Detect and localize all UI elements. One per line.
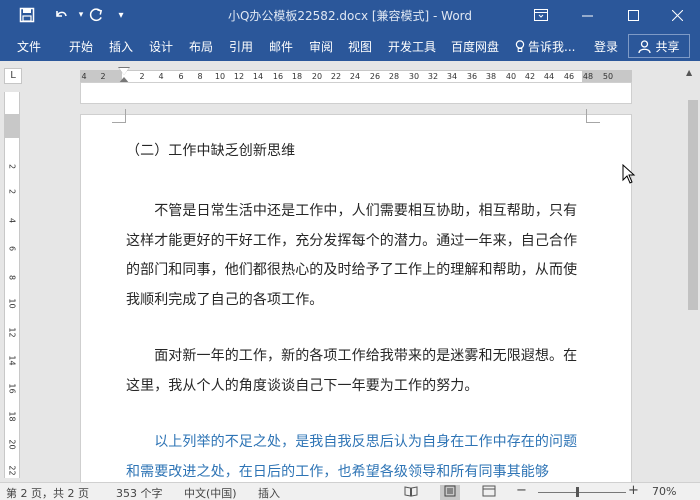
vertical-ruler-number: 6 bbox=[7, 245, 17, 252]
margin-corner-mark bbox=[586, 109, 600, 123]
tab-developer[interactable]: 开发工具 bbox=[388, 38, 436, 55]
body-paragraph[interactable]: 面对新一年的工作，新的各项工作给我带来的是迷雾和无限遐想。在这里，我从个人的角度… bbox=[126, 342, 591, 401]
customize-toolbar-icon[interactable]: ▾ bbox=[112, 0, 130, 30]
insert-mode[interactable]: 插入 bbox=[258, 485, 280, 500]
vertical-ruler-number: 8 bbox=[7, 274, 17, 281]
vertical-ruler-number: 4 bbox=[7, 217, 17, 224]
tab-selector-button[interactable]: L bbox=[4, 68, 22, 84]
margin-corner-mark bbox=[112, 109, 126, 123]
lightbulb-icon bbox=[515, 40, 525, 52]
save-icon[interactable] bbox=[14, 0, 40, 30]
vertical-ruler-number: 2 bbox=[7, 163, 17, 170]
undo-icon[interactable] bbox=[48, 0, 74, 30]
tab-mailings[interactable]: 邮件 bbox=[269, 38, 293, 55]
tab-references[interactable]: 引用 bbox=[229, 38, 253, 55]
vertical-ruler[interactable]: 2 2 4 6 8 10 12 14 16 18 20 22 bbox=[4, 92, 20, 478]
vertical-scrollbar[interactable] bbox=[686, 92, 700, 478]
tab-view[interactable]: 视图 bbox=[348, 38, 372, 55]
tab-layout[interactable]: 布局 bbox=[189, 38, 213, 55]
close-icon[interactable] bbox=[654, 0, 700, 30]
web-layout-icon[interactable] bbox=[482, 485, 496, 500]
vertical-ruler-number: 10 bbox=[7, 298, 17, 309]
vertical-ruler-number: 12 bbox=[7, 327, 17, 338]
tab-home[interactable]: 开始 bbox=[69, 38, 93, 55]
vertical-ruler-number: 20 bbox=[7, 439, 17, 450]
redo-icon[interactable] bbox=[84, 0, 108, 30]
section-heading[interactable]: （二）工作中缺乏创新思维 bbox=[126, 137, 591, 167]
word-count[interactable]: 353 个字 bbox=[116, 485, 163, 500]
vertical-ruler-margin bbox=[5, 114, 19, 138]
page-count[interactable]: 第 2 页，共 2 页 bbox=[6, 485, 89, 500]
read-mode-icon[interactable] bbox=[404, 485, 418, 500]
status-bar: 第 2 页，共 2 页 353 个字 中文(中国) 插入 − + 70% bbox=[0, 482, 700, 500]
highlighted-paragraph[interactable]: 以上列举的不足之处，是我自我反思后认为自身在工作中存在的问题和需要改进之处，在日… bbox=[126, 428, 591, 487]
ribbon-tab-bar: 文件 开始 插入 设计 布局 引用 邮件 审阅 视图 开发工具 百度网盘 告诉我… bbox=[0, 30, 700, 61]
login-link[interactable]: 登录 bbox=[594, 38, 618, 55]
tab-design[interactable]: 设计 bbox=[149, 38, 173, 55]
vertical-ruler-number: 16 bbox=[7, 383, 17, 394]
share-label: 共享 bbox=[655, 39, 680, 54]
minimize-icon[interactable] bbox=[564, 0, 610, 30]
zoom-slider-thumb[interactable] bbox=[576, 487, 579, 497]
scroll-up-arrow-icon[interactable]: ▲ bbox=[686, 68, 692, 77]
vertical-ruler-number: 18 bbox=[7, 411, 17, 422]
zoom-out-button[interactable]: − bbox=[516, 483, 527, 498]
zoom-level[interactable]: 70% bbox=[652, 485, 676, 498]
document-page[interactable]: （二）工作中缺乏创新思维 不管是日常生活中还是工作中，人们需要相互协助，相互帮助… bbox=[80, 109, 632, 494]
tab-file[interactable]: 文件 bbox=[17, 38, 41, 55]
zoom-slider-track[interactable] bbox=[538, 492, 626, 493]
vertical-ruler-number: 22 bbox=[7, 465, 17, 476]
tell-me-label: 告诉我... bbox=[528, 40, 576, 54]
vertical-ruler-number: 14 bbox=[7, 355, 17, 366]
ribbon-display-options-icon[interactable] bbox=[518, 0, 564, 30]
share-button[interactable]: 共享 bbox=[628, 34, 690, 58]
mouse-pointer-icon bbox=[622, 164, 636, 184]
scrollbar-thumb[interactable] bbox=[688, 100, 698, 310]
restore-icon[interactable] bbox=[610, 0, 656, 30]
language-indicator[interactable]: 中文(中国) bbox=[184, 485, 237, 500]
tell-me-box[interactable]: 告诉我... bbox=[515, 38, 575, 55]
vertical-ruler-number: 2 bbox=[7, 188, 17, 195]
title-bar: ▾ ▾ 小Q办公模板22582.docx [兼容模式] - Word bbox=[0, 0, 700, 30]
print-layout-icon[interactable] bbox=[440, 485, 460, 500]
tab-baidu-netdisk[interactable]: 百度网盘 bbox=[451, 38, 499, 55]
person-icon bbox=[638, 39, 652, 53]
tab-insert[interactable]: 插入 bbox=[109, 38, 133, 55]
body-paragraph[interactable]: 不管是日常生活中还是工作中，人们需要相互协助，相互帮助，只有这样才能更好的干好工… bbox=[126, 197, 591, 315]
previous-page-edge bbox=[80, 82, 632, 104]
zoom-in-button[interactable]: + bbox=[628, 483, 639, 498]
tab-review[interactable]: 审阅 bbox=[309, 38, 333, 55]
first-line-indent-marker-fill bbox=[119, 68, 129, 75]
